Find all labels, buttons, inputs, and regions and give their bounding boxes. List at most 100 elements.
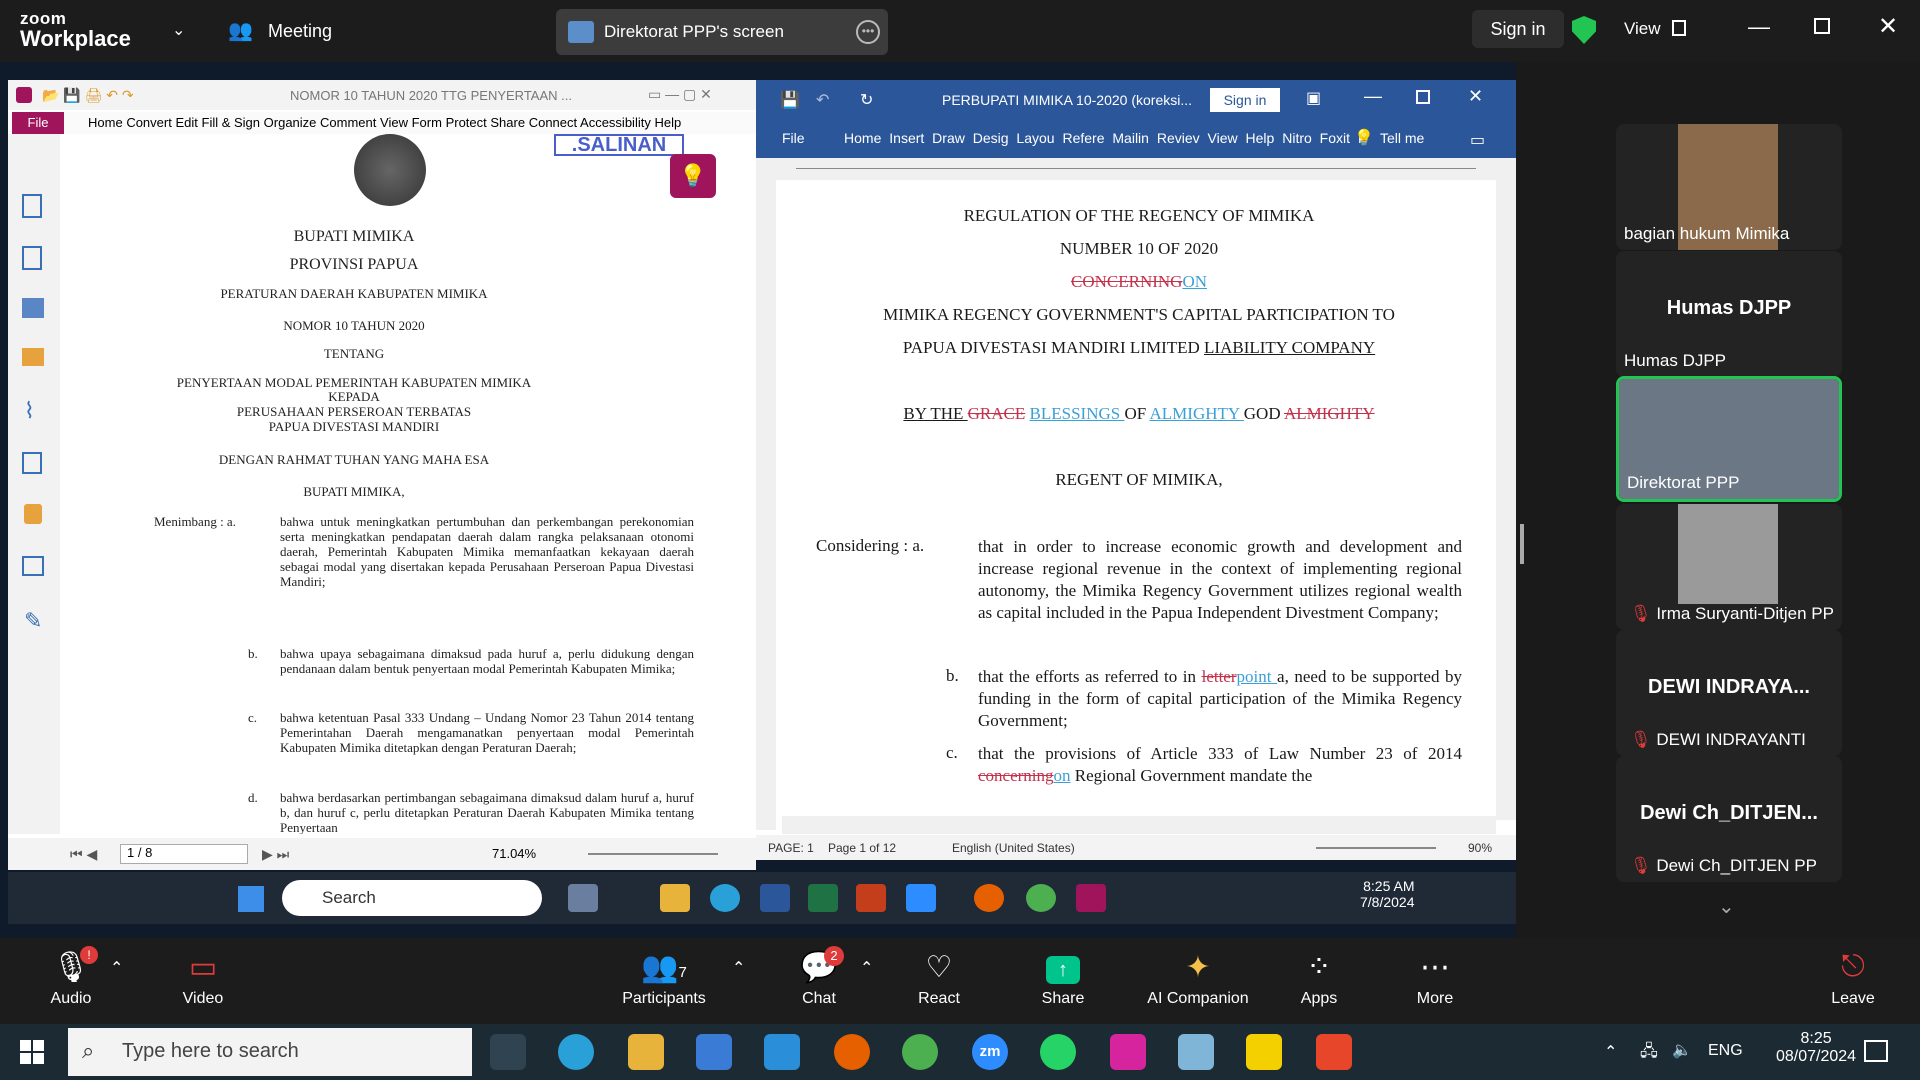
language-indicator[interactable]: ENG: [1708, 1042, 1743, 1060]
firefox-icon[interactable]: [974, 884, 1004, 912]
pdf-menu-view[interactable]: View: [380, 115, 408, 130]
lock-icon[interactable]: [24, 504, 42, 524]
tab-mailings[interactable]: Mailin: [1112, 130, 1149, 146]
windows-start-icon[interactable]: [238, 886, 264, 912]
undo-icon[interactable]: ↶: [816, 90, 829, 110]
view-grid-icon[interactable]: [1672, 20, 1686, 36]
windows-clock[interactable]: 8:25 08/07/2024: [1776, 1030, 1856, 1066]
word-icon[interactable]: [760, 884, 790, 912]
window-controls[interactable]: ▭ — ▢ ✕: [648, 86, 712, 103]
comment-icon[interactable]: [22, 348, 44, 366]
more-button[interactable]: ⋯ More: [1380, 938, 1490, 1024]
participant-tile[interactable]: Humas DJPP Humas DJPP: [1616, 251, 1842, 377]
firefox-icon[interactable]: [834, 1034, 870, 1070]
pdf-menu-help[interactable]: Help: [654, 115, 681, 130]
word-maximize-icon[interactable]: [1416, 90, 1430, 104]
word-document-page[interactable]: REGULATION OF THE REGENCY OF MIMIKA NUMB…: [782, 180, 1496, 816]
signature-icon[interactable]: [22, 452, 42, 474]
tell-me-search[interactable]: Tell me: [1380, 130, 1424, 146]
mail-icon[interactable]: [764, 1034, 800, 1070]
participants-button[interactable]: 👥7 Participants: [608, 938, 720, 1024]
shared-search-box[interactable]: Search: [282, 880, 542, 916]
pdf-menu-protect[interactable]: Protect: [446, 115, 487, 130]
leave-button[interactable]: ⎋ Leave: [1798, 938, 1908, 1024]
more-options-icon[interactable]: •••: [856, 20, 880, 44]
tab-design[interactable]: Desig: [973, 130, 1009, 146]
tab-review[interactable]: Reviev: [1157, 130, 1200, 146]
word-close-icon[interactable]: ✕: [1468, 86, 1483, 107]
tab-nitro[interactable]: Nitro: [1282, 130, 1312, 146]
task-view-icon[interactable]: [568, 884, 598, 912]
network-icon[interactable]: 🖧: [1640, 1040, 1658, 1067]
pages-icon[interactable]: [22, 246, 42, 270]
audio-button[interactable]: 🎙 Audio !: [16, 938, 126, 1024]
paperclip-icon[interactable]: ⌇: [24, 398, 35, 424]
pdf-menu-form[interactable]: Form: [412, 115, 442, 130]
file-explorer-icon[interactable]: [660, 884, 690, 912]
restore-icon[interactable]: [1814, 18, 1830, 34]
tab-insert[interactable]: Insert: [889, 130, 924, 146]
toolbar-icons[interactable]: 📂 💾 🖨 ↶ ↷: [42, 87, 134, 104]
lightbulb-icon[interactable]: 💡: [670, 154, 716, 198]
word-ruler[interactable]: [756, 158, 1516, 180]
tab-help[interactable]: Help: [1246, 130, 1275, 146]
chrome-icon[interactable]: [1026, 884, 1056, 912]
pdf-zoom-slider[interactable]: [588, 853, 718, 855]
windows-start-icon[interactable]: [20, 1040, 44, 1064]
edge-icon[interactable]: [558, 1034, 594, 1070]
pdf-menu-accessibility[interactable]: Accessibility: [580, 115, 651, 130]
participant-tile[interactable]: 🎙 Irma Suryanti-Ditjen PP: [1616, 504, 1842, 630]
volume-icon[interactable]: 🔈: [1672, 1040, 1692, 1060]
powerpoint-icon[interactable]: [856, 884, 886, 912]
tab-view[interactable]: View: [1208, 130, 1238, 146]
instagram-icon[interactable]: [1110, 1034, 1146, 1070]
edge-icon[interactable]: [710, 884, 740, 912]
gallery-resize-handle[interactable]: [1520, 524, 1524, 564]
tab-draw[interactable]: Draw: [932, 130, 965, 146]
meeting-label[interactable]: Meeting: [268, 21, 332, 42]
chat-button[interactable]: 💬 Chat 2: [764, 938, 874, 1024]
participants-chevron-icon[interactable]: ⌃: [732, 958, 745, 978]
chat-chevron-icon[interactable]: ⌃: [860, 958, 873, 978]
react-button[interactable]: ♡ React: [884, 938, 994, 1024]
vertical-scrollbar[interactable]: [1496, 180, 1516, 820]
pdf-menu-items[interactable]: Home Convert Edit Fill & Sign Organize C…: [88, 115, 681, 130]
pdf-menu-file[interactable]: File: [12, 112, 64, 134]
whatsapp-icon[interactable]: [1040, 1034, 1076, 1070]
file-explorer-icon[interactable]: [628, 1034, 664, 1070]
windows-search-box[interactable]: ⌕ Type here to search: [68, 1028, 472, 1076]
status-page-count[interactable]: Page 1 of 12: [828, 841, 896, 855]
word-zoom-slider[interactable]: [1316, 847, 1436, 849]
screen-share-indicator[interactable]: Direktorat PPP's screen •••: [556, 9, 888, 55]
shield-check-icon[interactable]: [1572, 16, 1596, 44]
pdf-app-icon[interactable]: [1316, 1034, 1352, 1070]
ribbon-tab-list[interactable]: File Home Insert Draw Desig Layou Refere…: [782, 130, 1362, 146]
layers-icon[interactable]: [22, 298, 44, 318]
apps-button[interactable]: ⁘ Apps: [1264, 938, 1374, 1024]
zoom-app-icon[interactable]: [906, 884, 936, 912]
task-view-icon[interactable]: [490, 1034, 526, 1070]
pdf-menu-edit[interactable]: Edit: [175, 115, 197, 130]
form-icon[interactable]: [22, 556, 44, 576]
page-nav-next-icons[interactable]: ▶ ⏭: [262, 846, 289, 863]
video-button[interactable]: ▭ Video: [148, 938, 258, 1024]
pdf-menu-connect[interactable]: Connect: [529, 115, 577, 130]
page-icon[interactable]: [22, 194, 42, 218]
view-button[interactable]: View: [1624, 19, 1661, 39]
excel-icon[interactable]: [808, 884, 838, 912]
word-sign-in-button[interactable]: Sign in: [1210, 88, 1280, 112]
minimize-icon[interactable]: —: [1748, 14, 1770, 40]
horizontal-scrollbar[interactable]: [782, 816, 1496, 834]
participant-tile-active[interactable]: Direktorat PPP: [1616, 376, 1842, 502]
word-minimize-icon[interactable]: —: [1364, 86, 1382, 107]
gallery-scroll-down-icon[interactable]: ⌄: [1718, 894, 1735, 919]
participant-tile[interactable]: DEWI INDRAYA... 🎙 DEWI INDRAYANTI: [1616, 630, 1842, 756]
notification-icon[interactable]: [1864, 1040, 1888, 1062]
share-button[interactable]: ↑ Share: [1008, 938, 1118, 1024]
tab-layout[interactable]: Layou: [1016, 130, 1054, 146]
tray-chevron-icon[interactable]: ⌃: [1604, 1042, 1617, 1062]
store-icon[interactable]: [696, 1034, 732, 1070]
pdf-menu-convert[interactable]: Convert: [126, 115, 172, 130]
zoom-taskbar-icon[interactable]: zm: [972, 1034, 1008, 1070]
tab-file[interactable]: File: [782, 130, 805, 146]
